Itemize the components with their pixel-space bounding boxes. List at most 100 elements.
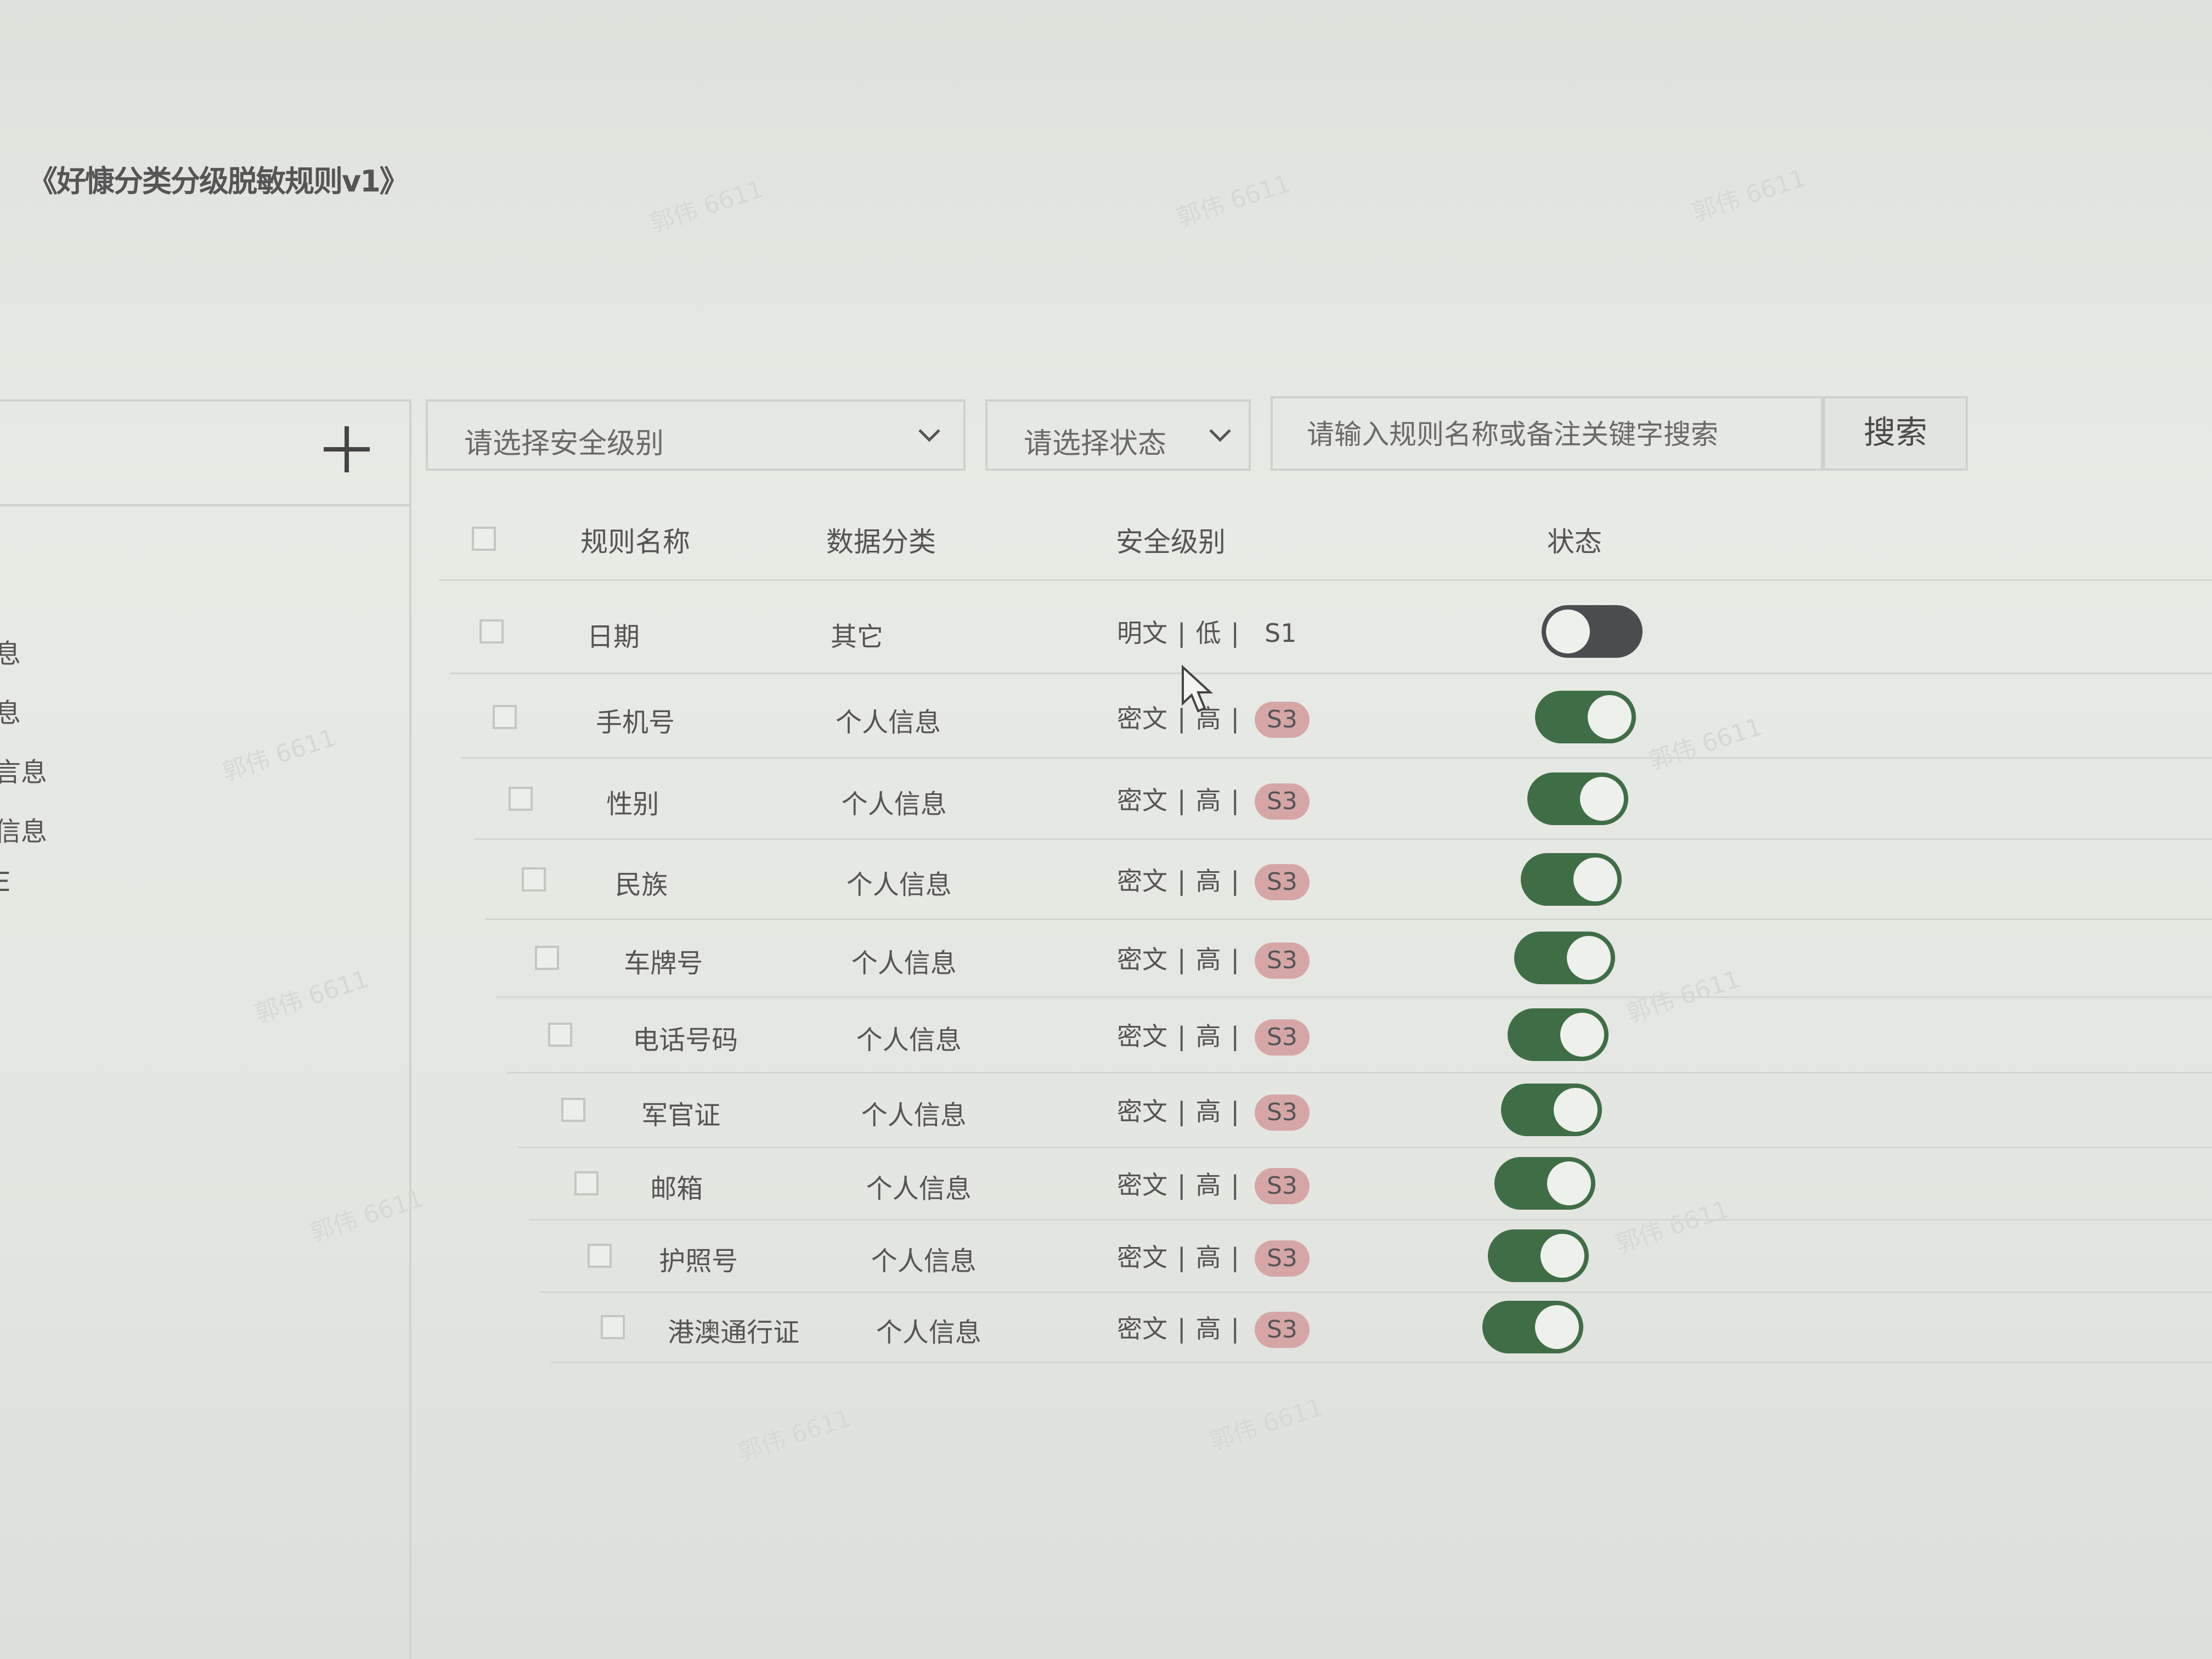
toggle-knob [1535, 1305, 1579, 1349]
row-checkbox[interactable] [508, 787, 533, 811]
toggle-knob [1588, 695, 1632, 739]
risk-label: 高 [1195, 786, 1221, 815]
category-cell: 个人信息 [876, 1317, 981, 1348]
row-divider [540, 1291, 2212, 1293]
security-level-badge: S3 [1255, 943, 1310, 979]
row-checkbox[interactable] [534, 946, 559, 970]
security-level-badge: S3 [1255, 864, 1310, 900]
format-label: 密文 [1117, 1314, 1167, 1344]
status-toggle[interactable] [1487, 1229, 1589, 1282]
security-level-cell: 密文 | 高 | S3 [1117, 1309, 1310, 1348]
row-divider [474, 838, 2212, 840]
row-divider [496, 996, 2212, 998]
format-label: 密文 [1117, 1170, 1167, 1200]
sidebar-item[interactable]: 信息 [0, 810, 47, 848]
security-level-cell: 密文 | 高 | S3 [1117, 940, 1310, 979]
security-level-cell: 密文 | 高 | S3 [1117, 1165, 1310, 1204]
security-level-cell: 密文 | 高 | S3 [1117, 861, 1310, 900]
status-toggle[interactable] [1542, 605, 1643, 658]
security-level-badge: S3 [1255, 1168, 1310, 1204]
format-label: 密文 [1117, 704, 1167, 733]
separator: | [1177, 1314, 1186, 1344]
security-level-cell: 密文 | 高 | S3 [1117, 1238, 1310, 1277]
category-cell: 个人信息 [836, 707, 941, 738]
risk-label: 高 [1195, 1022, 1221, 1051]
sidebar-item[interactable]: 言息 [0, 751, 47, 789]
toggle-knob [1566, 936, 1611, 980]
status-toggle[interactable] [1535, 691, 1636, 743]
column-header-security-level: 安全级别 [1116, 526, 1226, 558]
status-toggle[interactable] [1514, 932, 1615, 984]
status-toggle[interactable] [1482, 1301, 1583, 1353]
chevron-down-icon [1209, 429, 1231, 442]
risk-label: 高 [1195, 866, 1221, 896]
separator: | [1177, 1243, 1186, 1272]
rule-name-cell: 港澳通行证 [668, 1317, 800, 1348]
security-level-select[interactable]: 请选择安全级别 [426, 399, 966, 471]
row-divider [529, 1219, 2212, 1221]
risk-label: 高 [1195, 1170, 1221, 1200]
status-toggle[interactable] [1494, 1157, 1595, 1210]
status-toggle[interactable] [1500, 1084, 1602, 1136]
rule-name-cell: 电话号码 [633, 1025, 738, 1056]
security-level-cell: 密文 | 高 | S3 [1117, 1017, 1310, 1056]
row-checkbox[interactable] [600, 1315, 625, 1339]
row-checkbox[interactable] [548, 1023, 572, 1047]
format-label: 密文 [1117, 1243, 1167, 1272]
risk-label: 高 [1195, 1243, 1221, 1272]
search-button[interactable]: 搜索 [1823, 396, 1968, 471]
separator: | [1177, 1170, 1186, 1200]
row-checkbox[interactable] [521, 867, 546, 891]
row-checkbox[interactable] [479, 619, 504, 644]
category-cell: 个人信息 [846, 870, 952, 900]
search-box [1271, 396, 1823, 471]
row-divider [551, 1362, 2212, 1363]
separator: | [1177, 1097, 1186, 1126]
separator: | [1231, 1022, 1240, 1051]
sidebar-item[interactable]: 息 [0, 632, 21, 670]
format-label: 密文 [1117, 786, 1167, 815]
status-toggle[interactable] [1507, 1008, 1609, 1061]
row-checkbox[interactable] [587, 1244, 612, 1268]
toggle-knob [1540, 1234, 1584, 1278]
separator: | [1231, 786, 1240, 815]
security-level-placeholder: 请选择安全级别 [464, 427, 664, 460]
separator: | [1177, 1022, 1186, 1051]
security-level-cell: 密文 | 高 | S3 [1117, 781, 1310, 820]
row-divider [461, 757, 2212, 759]
sidebar-item[interactable]: 息 [0, 691, 21, 730]
page-title: 《好慷分类分级脱敏规则v1》 [28, 164, 409, 199]
category-cell: 个人信息 [851, 948, 957, 979]
security-level-badge: S3 [1255, 1240, 1310, 1277]
select-all-checkbox[interactable] [472, 527, 496, 551]
column-header-rule-name: 规则名称 [580, 526, 690, 558]
status-select[interactable]: 请选择状态 [985, 399, 1251, 471]
separator: | [1231, 945, 1240, 974]
status-toggle[interactable] [1527, 772, 1628, 825]
security-level-badge: S3 [1255, 1094, 1310, 1131]
row-checkbox[interactable] [493, 705, 517, 729]
mouse-cursor-icon [1182, 665, 1214, 713]
sidebar-item[interactable]: Ξ [0, 867, 11, 898]
separator: | [1177, 945, 1186, 974]
security-level-badge: S3 [1255, 702, 1310, 738]
rule-name-cell: 车牌号 [624, 948, 703, 979]
security-level-badge: S3 [1255, 1019, 1310, 1056]
format-label: 密文 [1117, 866, 1167, 896]
risk-label: 高 [1195, 945, 1221, 974]
security-level-badge: S3 [1255, 1312, 1310, 1348]
format-label: 密文 [1117, 945, 1167, 974]
status-toggle[interactable] [1520, 853, 1622, 906]
row-checkbox[interactable] [574, 1171, 599, 1195]
security-level-badge: S3 [1255, 783, 1310, 820]
row-checkbox[interactable] [561, 1098, 585, 1122]
sidebar-header [0, 399, 409, 506]
security-level-cell: 密文 | 高 | S3 [1117, 1092, 1310, 1131]
security-level-badge: S1 [1265, 618, 1297, 648]
plus-icon[interactable] [324, 426, 370, 472]
column-header-status: 状态 [1547, 526, 1602, 558]
risk-label: 高 [1195, 1314, 1221, 1344]
category-cell: 个人信息 [866, 1173, 972, 1204]
toggle-knob [1547, 1161, 1591, 1205]
search-input[interactable] [1306, 414, 1780, 455]
